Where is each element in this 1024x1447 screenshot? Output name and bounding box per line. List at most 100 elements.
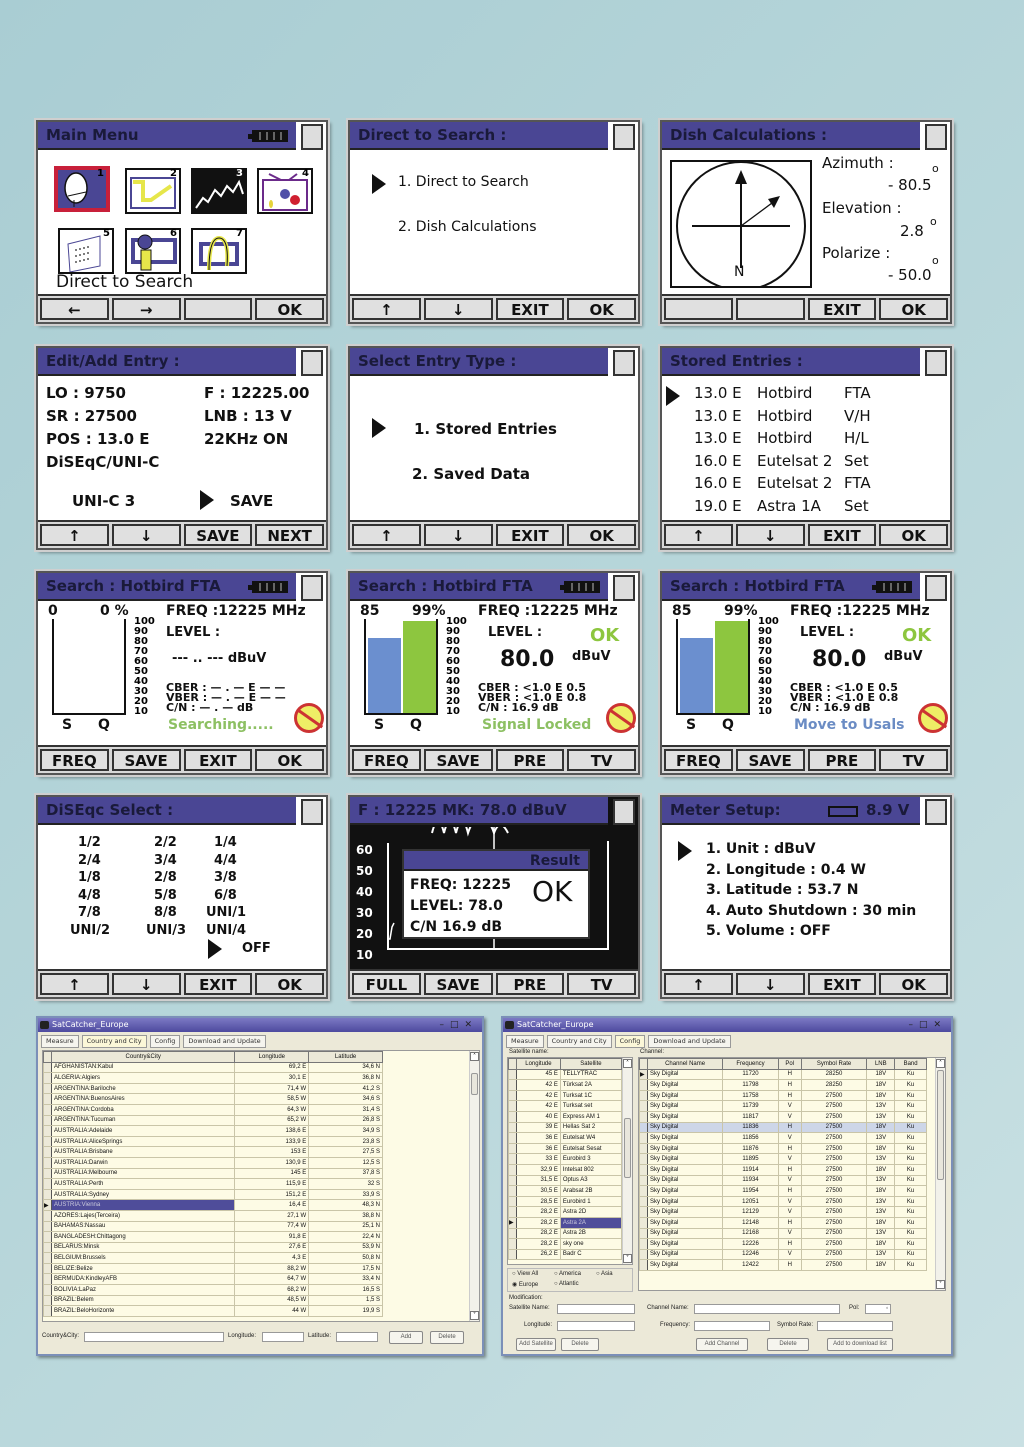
exit-button[interactable]: EXIT	[807, 973, 877, 995]
ok-button[interactable]: OK	[879, 298, 948, 320]
scrollbar[interactable]: ˄ ˅	[469, 1051, 479, 1321]
scroll-up-icon[interactable]: ˄	[470, 1052, 479, 1061]
stored-entry-pos[interactable]: 13.0 E	[694, 429, 742, 447]
up-arrow-button[interactable]: ↑	[664, 973, 733, 995]
table-row[interactable]: 39 E Hellas Sat 2	[508, 1121, 623, 1134]
table-row[interactable]: AUSTRALIA:Brisbane 153 E 27,5 S	[43, 1146, 383, 1158]
22khz-field[interactable]: 22KHz ON	[204, 430, 288, 448]
stored-entry-type[interactable]: H/L	[844, 429, 869, 447]
stored-entry-sat[interactable]: Hotbird	[757, 384, 812, 402]
table-row[interactable]: BELGIUM:Brussels 4,3 E 50,8 N	[43, 1252, 383, 1264]
diseqc-option[interactable]: 3/8	[214, 870, 237, 885]
stored-entry-pos[interactable]: 13.0 E	[694, 407, 742, 425]
blank-softkey[interactable]	[735, 298, 805, 320]
table-row[interactable]: BANGLADESH:Chittagong 91,8 E 22,4 N	[43, 1231, 383, 1243]
scroll-up-icon[interactable]: ˄	[936, 1059, 945, 1068]
pos-field[interactable]: POS : 13.0 E	[46, 430, 149, 448]
table-row[interactable]: Sky Digital 11836 H 27500 18V Ku	[639, 1121, 927, 1134]
tv-button[interactable]: TV	[567, 973, 636, 995]
table-row[interactable]: ALGERIA:Algiers 30,1 E 36,8 N	[43, 1072, 383, 1084]
stored-entry-type[interactable]: Set	[844, 497, 869, 515]
table-row[interactable]: Sky Digital 12129 V 27500 13V Ku	[639, 1206, 927, 1218]
radio-icon[interactable]: ○	[554, 1281, 558, 1287]
table-row[interactable]: Sky Digital 12168 V 27500 13V Ku	[639, 1227, 927, 1240]
diseqc-option[interactable]: 1/2	[78, 835, 101, 850]
unic-value[interactable]: UNI-C 3	[72, 492, 135, 510]
scroll-down-icon[interactable]: ˅	[470, 1311, 479, 1320]
tab-config[interactable]: Config	[614, 1035, 646, 1048]
menu-item-stored-entries[interactable]: 1. Stored Entries	[414, 420, 557, 438]
exit-button[interactable]: EXIT	[495, 298, 565, 320]
window-controls[interactable]: –□✕	[439, 1018, 478, 1032]
diseqc-option[interactable]: 4/4	[214, 853, 237, 868]
table-row[interactable]: 26,2 E Badr C	[508, 1248, 623, 1261]
diseqc-option[interactable]: 5/8	[154, 888, 177, 903]
table-row[interactable]: BAHAMAS:Nassau 77,4 W 25,1 N	[43, 1220, 383, 1233]
spinner-icon[interactable]: ◦	[885, 1305, 889, 1312]
table-row[interactable]: AUSTRALIA:Darwin 130,9 E 12,5 S	[43, 1156, 383, 1169]
diseqc-option[interactable]: 8/8	[154, 905, 177, 920]
menu-icon-2-checkmark-screen-icon[interactable]: 2	[125, 168, 181, 214]
down-arrow-button[interactable]: ↓	[735, 524, 805, 546]
menu-icon-5-document-icon[interactable]: 5	[58, 228, 114, 274]
menu-icon-7-motor-icon[interactable]: 7	[191, 228, 247, 274]
freq-button[interactable]: FREQ	[40, 749, 109, 771]
ok-button[interactable]: OK	[879, 524, 948, 546]
setup-item[interactable]: 3. Latitude : 53.7 N	[706, 882, 858, 898]
stored-entry-type[interactable]: FTA	[844, 474, 871, 492]
stored-entry-sat[interactable]: Eutelsat 2	[757, 474, 832, 492]
menu-icon-6-magnifier-icon[interactable]: 6	[125, 228, 181, 274]
table-row[interactable]: 36 E Eutelsat Sesat	[508, 1142, 623, 1155]
radio-icon[interactable]: ○	[554, 1271, 558, 1277]
table-row[interactable]: AUSTRALIA:Perth 115,9 E 32 S	[43, 1178, 383, 1190]
table-row[interactable]: 28,5 E Eurobird 1	[508, 1195, 623, 1208]
diseqc-option[interactable]: UNI/2	[70, 923, 110, 938]
table-row[interactable]: BERMUDA:KindleyAFB 64,7 W 33,4 N	[43, 1273, 383, 1286]
save-option[interactable]: SAVE	[230, 492, 273, 510]
table-row[interactable]: 42 E Turksat 1C	[508, 1089, 623, 1102]
column-header[interactable]: Channel Name	[646, 1058, 724, 1070]
lo-field[interactable]: LO : 9750	[46, 384, 126, 402]
menu-icon-1-satellite-dish-icon[interactable]: 1	[54, 166, 110, 212]
save-button[interactable]: SAVE	[111, 749, 181, 771]
diseqc-field[interactable]: DiSEqC/UNI-C	[46, 453, 159, 471]
table-row[interactable]: 32,9 E Intelsat 802	[508, 1163, 623, 1176]
table-row[interactable]: AUSTRALIA:Adelaide 138,6 E 34,9 S	[43, 1125, 383, 1137]
table-row[interactable]: AUSTRALIA:AliceSprings 133,9 E 23,8 S	[43, 1135, 383, 1148]
table-row[interactable]: Sky Digital 11954 H 27500 18V Ku	[639, 1185, 927, 1197]
down-arrow-button[interactable]: ↓	[111, 524, 181, 546]
radio-icon[interactable]: ○	[512, 1271, 516, 1277]
table-row[interactable]: Sky Digital 11739 V 27500 13V Ku	[639, 1100, 927, 1112]
left-arrow-button[interactable]: ←	[40, 298, 109, 320]
menu-item-saved-data[interactable]: 2. Saved Data	[412, 465, 530, 483]
ok-button[interactable]: OK	[879, 973, 948, 995]
ok-button[interactable]: OK	[567, 298, 636, 320]
stored-entry-type[interactable]: V/H	[844, 407, 871, 425]
channel-name-input[interactable]	[694, 1304, 840, 1314]
scrollbar[interactable]: ˄ ˅	[935, 1058, 945, 1290]
column-header[interactable]: Longitude	[234, 1051, 310, 1063]
exit-button[interactable]: EXIT	[183, 973, 253, 995]
table-row[interactable]: ARGENTINA:Bariloche 71,4 W 41,2 S	[43, 1082, 383, 1095]
column-header[interactable]: Band	[894, 1058, 927, 1070]
save-button[interactable]: SAVE	[423, 973, 493, 995]
add-to-download-list-button[interactable]: Add to download list	[827, 1338, 893, 1351]
region-radio-view-all[interactable]: ○ View All	[512, 1271, 538, 1277]
exit-button[interactable]: EXIT	[807, 524, 877, 546]
exit-button[interactable]: EXIT	[495, 524, 565, 546]
stored-entry-type[interactable]: Set	[844, 452, 869, 470]
up-arrow-button[interactable]: ↑	[664, 524, 733, 546]
tv-button[interactable]: TV	[879, 749, 948, 771]
table-row[interactable]: 42 E Türksat 2A	[508, 1079, 623, 1091]
column-header[interactable]: LNB	[866, 1058, 896, 1070]
region-radio-atlantic[interactable]: ○ Atlantic	[554, 1281, 579, 1287]
stored-entry-pos[interactable]: 16.0 E	[694, 452, 742, 470]
table-row[interactable]: Sky Digital 11895 V 27500 13V Ku	[639, 1153, 927, 1165]
table-row[interactable]: 28,2 E Astra 2B	[508, 1227, 623, 1240]
table-row[interactable]: 42 E Turksat set	[508, 1100, 623, 1112]
exit-button[interactable]: EXIT	[183, 749, 253, 771]
add-channel-button[interactable]: Add Channel	[696, 1338, 748, 1351]
table-row[interactable]: ▶ AUSTRIA:Vienna 16,4 E 48,3 N	[43, 1199, 383, 1211]
column-header[interactable]: Latitude	[308, 1051, 383, 1063]
frequency-field[interactable]: F : 12225.00	[204, 384, 309, 402]
